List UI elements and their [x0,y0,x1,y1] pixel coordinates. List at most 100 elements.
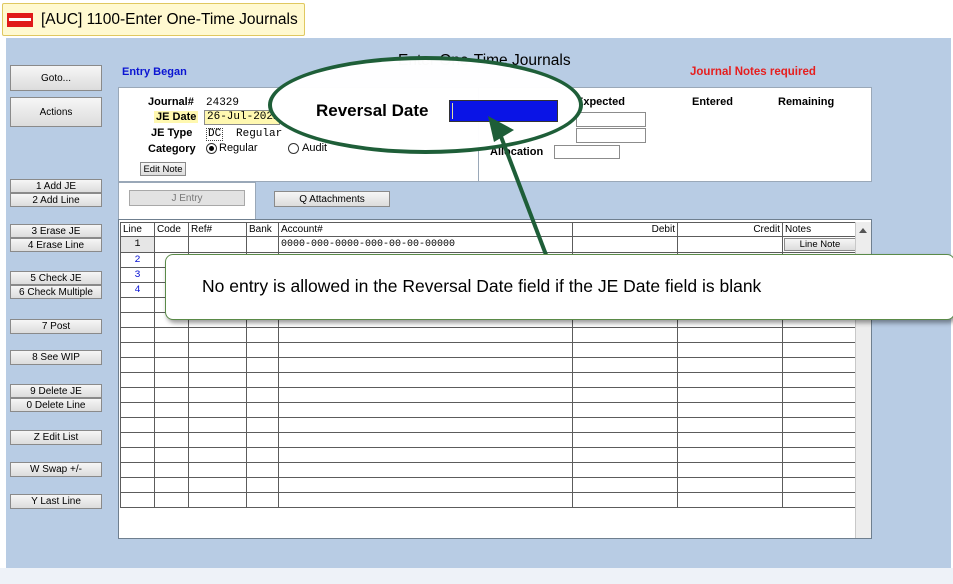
empty-cell[interactable] [782,357,858,373]
empty-cell[interactable] [572,342,678,358]
empty-cell[interactable] [188,477,247,493]
empty-cell[interactable] [154,357,189,373]
empty-cell[interactable] [782,402,858,418]
empty-cell[interactable] [246,402,279,418]
empty-cell[interactable] [782,432,858,448]
empty-cell[interactable] [154,492,189,508]
empty-cell[interactable] [677,372,783,388]
empty-cell[interactable] [677,447,783,463]
swap-sign-button[interactable]: W Swap +/- [10,462,102,477]
empty-cell[interactable] [154,462,189,478]
last-line-button[interactable]: Y Last Line [10,494,102,509]
empty-cell[interactable] [120,447,155,463]
see-wip-button[interactable]: 8 See WIP [10,350,102,365]
empty-cell[interactable] [572,387,678,403]
debit-cell[interactable] [572,236,678,253]
table-row-empty[interactable] [120,387,858,403]
empty-cell[interactable] [188,357,247,373]
empty-cell[interactable] [188,327,247,343]
empty-cell[interactable] [246,387,279,403]
empty-cell[interactable] [154,342,189,358]
bank-cell[interactable] [246,236,279,253]
table-row-empty[interactable] [120,447,858,463]
empty-cell[interactable] [782,447,858,463]
empty-cell[interactable] [677,477,783,493]
empty-cell[interactable] [120,297,155,313]
empty-cell[interactable] [188,447,247,463]
edit-list-button[interactable]: Z Edit List [10,430,102,445]
empty-cell[interactable] [120,387,155,403]
empty-cell[interactable] [677,432,783,448]
empty-cell[interactable] [782,477,858,493]
empty-cell[interactable] [188,402,247,418]
empty-cell[interactable] [246,327,279,343]
empty-cell[interactable] [782,372,858,388]
empty-cell[interactable] [188,342,247,358]
empty-cell[interactable] [782,342,858,358]
table-row-empty[interactable] [120,417,858,433]
erase-line-button[interactable]: 4 Erase Line [10,238,102,252]
empty-cell[interactable] [278,372,573,388]
empty-cell[interactable] [120,342,155,358]
empty-cell[interactable] [120,372,155,388]
empty-cell[interactable] [677,492,783,508]
empty-cell[interactable] [188,417,247,433]
table-row-empty[interactable] [120,357,858,373]
line-number[interactable]: 2 [120,252,155,268]
empty-cell[interactable] [120,402,155,418]
empty-cell[interactable] [120,492,155,508]
empty-cell[interactable] [120,357,155,373]
tab-q-attachments[interactable]: Q Attachments [274,191,390,207]
table-row-empty[interactable] [120,342,858,358]
post-button[interactable]: 7 Post [10,319,102,334]
empty-cell[interactable] [278,447,573,463]
empty-cell[interactable] [246,372,279,388]
empty-cell[interactable] [246,357,279,373]
empty-cell[interactable] [278,417,573,433]
empty-cell[interactable] [677,342,783,358]
empty-cell[interactable] [154,477,189,493]
empty-cell[interactable] [278,462,573,478]
empty-cell[interactable] [278,402,573,418]
category-regular-radio[interactable] [206,143,217,154]
ref-cell[interactable] [188,236,247,253]
empty-cell[interactable] [572,447,678,463]
empty-cell[interactable] [120,312,155,328]
table-row-empty[interactable] [120,492,858,508]
empty-cell[interactable] [120,462,155,478]
empty-cell[interactable] [572,477,678,493]
add-je-button[interactable]: 1 Add JE [10,179,102,193]
empty-cell[interactable] [120,432,155,448]
empty-cell[interactable] [782,462,858,478]
empty-cell[interactable] [246,432,279,448]
empty-cell[interactable] [572,432,678,448]
empty-cell[interactable] [572,372,678,388]
delete-je-button[interactable]: 9 Delete JE [10,384,102,398]
empty-cell[interactable] [120,477,155,493]
empty-cell[interactable] [677,417,783,433]
empty-cell[interactable] [154,447,189,463]
empty-cell[interactable] [120,327,155,343]
empty-cell[interactable] [154,402,189,418]
empty-cell[interactable] [677,357,783,373]
line-note-button[interactable]: Line Note [784,238,856,251]
actions-button[interactable]: Actions [10,97,102,127]
check-je-button[interactable]: 5 Check JE [10,271,102,285]
empty-cell[interactable] [677,402,783,418]
erase-je-button[interactable]: 3 Erase JE [10,224,102,238]
edit-note-button[interactable]: Edit Note [140,162,186,176]
empty-cell[interactable] [782,387,858,403]
empty-cell[interactable] [278,477,573,493]
empty-cell[interactable] [120,417,155,433]
empty-cell[interactable] [246,342,279,358]
table-row-empty[interactable] [120,477,858,493]
empty-cell[interactable] [246,447,279,463]
empty-cell[interactable] [278,342,573,358]
empty-cell[interactable] [677,327,783,343]
goto-button[interactable]: Goto... [10,65,102,91]
table-row-empty[interactable] [120,462,858,478]
empty-cell[interactable] [154,387,189,403]
empty-cell[interactable] [782,492,858,508]
credit-cell[interactable] [677,236,783,253]
empty-cell[interactable] [154,372,189,388]
